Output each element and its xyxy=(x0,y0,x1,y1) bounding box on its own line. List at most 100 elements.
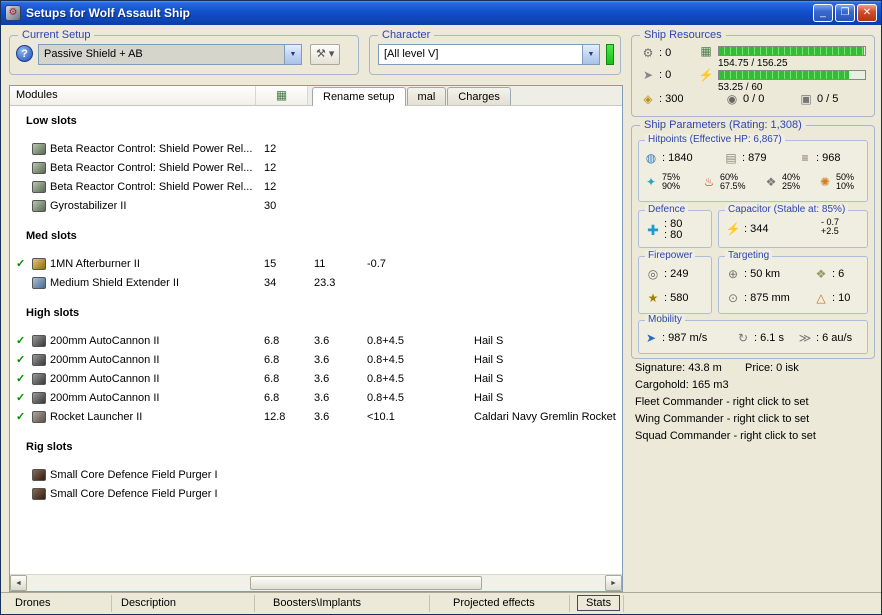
module-icon xyxy=(32,161,46,174)
launcher-hardpoints: ➤ : 0 xyxy=(640,68,671,82)
tab-drones[interactable]: Drones xyxy=(15,597,50,609)
align-icon: ↻ xyxy=(737,331,749,345)
wing-commander-text[interactable]: Wing Commander - right click to set xyxy=(635,413,809,425)
warp-speed-value: : 6 au/s xyxy=(816,332,853,344)
fleet-commander-text[interactable]: Fleet Commander - right click to set xyxy=(635,396,809,408)
module-icon xyxy=(32,199,46,212)
defence-stats: ✚ : 80: 80 xyxy=(645,219,682,241)
firepower-label: Firepower xyxy=(645,250,696,261)
module-row[interactable]: ✓ 200mm AutoCannon II 6.8 3.6 0.8+4.5 Ha… xyxy=(10,369,622,388)
module-name: 200mm AutoCannon II xyxy=(50,391,160,404)
module-name: Small Core Defence Field Purger I xyxy=(50,468,218,481)
window-title: Setups for Wolf Assault Ship xyxy=(26,6,191,20)
scroll-right-button[interactable]: ► xyxy=(605,575,622,591)
sensor-icon: △ xyxy=(816,291,826,305)
tab-stats[interactable]: Stats xyxy=(577,595,621,611)
squad-commander-text[interactable]: Squad Commander - right click to set xyxy=(635,430,816,442)
defence-sustained: : 80 xyxy=(664,229,683,241)
tab-normal[interactable]: mal xyxy=(406,87,447,105)
calibration: ◈ : 300 xyxy=(640,92,683,106)
tab-rename-setup[interactable]: Rename setup xyxy=(312,87,406,106)
module-row[interactable]: Beta Reactor Control: Shield Power Rel..… xyxy=(10,177,622,196)
scroll-left-button[interactable]: ◄ xyxy=(10,575,27,591)
module-range: 0.8+4.5 xyxy=(367,372,405,385)
close-button[interactable]: ✕ xyxy=(857,4,877,22)
kinetic-resist-icon: ❖ xyxy=(765,175,777,189)
module-row[interactable]: Small Core Defence Field Purger I xyxy=(10,465,622,484)
chevron-down-icon[interactable]: ▼ xyxy=(284,45,301,64)
minimize-button[interactable]: _ xyxy=(813,4,833,22)
active-check-icon: ✓ xyxy=(16,373,26,385)
restore-button[interactable]: ❐ xyxy=(835,4,855,22)
help-icon[interactable]: ? xyxy=(16,45,33,62)
module-range: 0.8+4.5 xyxy=(367,334,405,347)
active-check-icon: ✓ xyxy=(16,258,26,270)
firepower-box: Firepower ◎ : 249 ★ : 580 xyxy=(638,250,712,314)
module-pg: 3.6 xyxy=(314,334,330,347)
module-cpu: 6.8 xyxy=(264,334,280,347)
modules-column-header[interactable]: Modules xyxy=(10,86,256,105)
active-check-icon: ✓ xyxy=(16,392,26,404)
module-icon xyxy=(32,180,46,193)
character-label: Character xyxy=(378,29,435,41)
tab-description[interactable]: Description xyxy=(121,597,176,609)
section-title: High slots xyxy=(26,307,80,319)
module-cpu: 12 xyxy=(264,180,277,193)
module-charge: Caldari Navy Gremlin Rocket xyxy=(474,410,616,423)
active-check-icon: ✓ xyxy=(16,335,26,347)
module-cpu: 12 xyxy=(264,161,277,174)
module-row[interactable]: Small Core Defence Field Purger I xyxy=(10,484,622,503)
tab-boosters-implants[interactable]: Boosters\Implants xyxy=(273,597,361,609)
hitpoints-label: Hitpoints (Effective HP: 6,867) xyxy=(645,134,785,145)
capacitor-recharge: +2.5 xyxy=(821,226,839,236)
titlebar[interactable]: ⚙ Setups for Wolf Assault Ship _ ❐ ✕ xyxy=(1,1,881,25)
bottom-tab-bar: Drones Description Boosters\Implants Pro… xyxy=(1,592,881,614)
setup-tools-button[interactable]: ⚒ ▾ xyxy=(310,44,341,65)
module-cpu: 12 xyxy=(264,142,277,155)
tab-charges[interactable]: Charges xyxy=(447,87,511,105)
module-row[interactable]: ✓ 200mm AutoCannon II 6.8 3.6 0.8+4.5 Ha… xyxy=(10,350,622,369)
max-velocity-value: : 987 m/s xyxy=(662,332,708,344)
scrollbar-thumb[interactable] xyxy=(250,576,482,590)
setup-select[interactable]: Passive Shield + AB ▼ xyxy=(38,44,302,65)
character-select[interactable]: [All level V] ▼ xyxy=(378,44,600,65)
calibration-icon: ◈ xyxy=(643,92,653,106)
module-range: 0.8+4.5 xyxy=(367,353,405,366)
rig-capacity-value: 0 / 5 xyxy=(817,93,839,105)
tab-projected-effects[interactable]: Projected effects xyxy=(453,597,535,609)
module-range: <10.1 xyxy=(367,410,395,423)
range-icon: ⊕ xyxy=(727,267,739,281)
thermal-resist: ♨ 60% 67.5% xyxy=(701,173,746,191)
module-row[interactable]: ✓ 200mm AutoCannon II 6.8 3.6 0.8+4.5 Ha… xyxy=(10,388,622,407)
turret-hardpoints-value: : 0 xyxy=(659,47,672,59)
low-slots-section: Low slots Beta Reactor Control: Shield P… xyxy=(10,112,622,215)
module-row[interactable]: Beta Reactor Control: Shield Power Rel..… xyxy=(10,139,622,158)
dps: ★ : 580 xyxy=(645,291,689,305)
module-row[interactable]: Gyrostabilizer II 30 xyxy=(10,196,622,215)
module-row[interactable]: ✓ 1MN Afterburner II 15 11 -0.7 xyxy=(10,254,622,273)
cpu-column-header[interactable]: ▦ xyxy=(256,86,308,105)
speed-icon: ➤ xyxy=(645,331,657,345)
chevron-down-icon[interactable]: ▼ xyxy=(582,45,599,64)
module-row[interactable]: Beta Reactor Control: Shield Power Rel..… xyxy=(10,158,622,177)
max-targets-icon: ❖ xyxy=(815,267,827,281)
skill-status-indicator xyxy=(606,44,614,65)
volley-icon: ◎ xyxy=(647,267,659,281)
capacitor-value: : 344 xyxy=(744,223,769,235)
module-row[interactable]: ✓ 200mm AutoCannon II 6.8 3.6 0.8+4.5 Ha… xyxy=(10,331,622,350)
powergrid-icon: ⚡ xyxy=(698,68,714,82)
shield-hp: ◍ : 1840 xyxy=(643,151,693,165)
turret-hardpoints: ⚙ : 0 xyxy=(640,46,672,60)
drone-icon: ◉ xyxy=(726,92,738,106)
module-name: 200mm AutoCannon II xyxy=(50,372,160,385)
defence-box: Defence ✚ : 80: 80 xyxy=(638,204,712,248)
module-pg: 23.3 xyxy=(314,276,336,289)
high-slots-section: High slots ✓ 200mm AutoCannon II 6.8 3.6… xyxy=(10,304,622,426)
horizontal-scrollbar[interactable]: ◄ ► xyxy=(10,574,622,591)
module-row[interactable]: Medium Shield Extender II 34 23.3 xyxy=(10,273,622,292)
thermal-resist-icon: ♨ xyxy=(703,175,715,189)
structure-hp-value: : 968 xyxy=(816,152,841,164)
module-cpu: 6.8 xyxy=(264,391,280,404)
module-row[interactable]: ✓ Rocket Launcher II 12.8 3.6 <10.1 Cald… xyxy=(10,407,622,426)
module-name: Beta Reactor Control: Shield Power Rel..… xyxy=(50,142,253,155)
